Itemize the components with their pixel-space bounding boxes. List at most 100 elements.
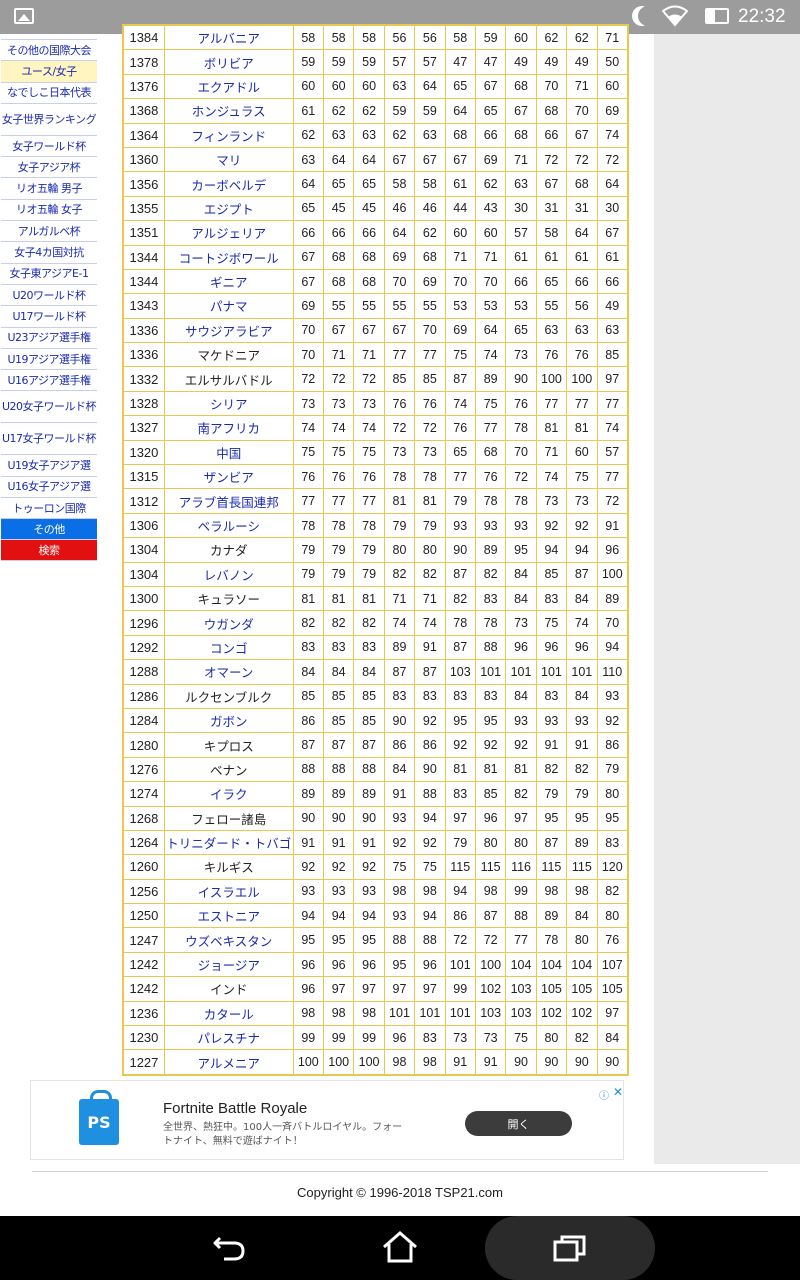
rank-cell: 92 [596,707,629,734]
rank-cell: 83 [444,683,476,709]
country-link[interactable]: ガボン [163,707,294,734]
sidebar-item[interactable]: その他の国際大会 [1,40,97,62]
rank-cell: 74 [566,610,598,636]
ad-banner[interactable]: PS Fortnite Battle Royale 全世界、熱狂中。100人一斉… [30,1080,624,1160]
country-link[interactable]: イラク [163,781,294,807]
rank-cell: 92 [535,512,568,539]
country-link[interactable]: 南アフリカ [163,415,294,441]
sidebar-item[interactable]: アルガルベ杯 [1,221,97,243]
country-link[interactable]: カーボベルデ [163,171,294,197]
rank-cell: 88 [353,756,385,783]
rank-cell: 87 [535,829,568,856]
rank-cell: 75 [444,342,476,368]
sidebar-item[interactable]: 女子アジア杯 [1,157,97,179]
country-link[interactable]: パナマ [163,293,294,319]
rank-cell: 87 [383,659,416,685]
country-link[interactable]: カタール [163,1000,294,1027]
rank-cell: 100 [474,951,507,978]
rank-cell: 99 [292,1025,325,1051]
table-row: 1344 コートジボワール 67 68 68 69 68 71 71 61 61 61 61 [123,244,629,270]
country-link[interactable]: アルジェリア [163,220,294,246]
home-icon[interactable] [382,1230,418,1264]
ad-close-icon[interactable]: ✕ [613,1085,623,1099]
sidebar-item[interactable]: 女子4カ国対抗 [1,242,97,264]
rank-cell: 83 [414,683,446,709]
sidebar-item[interactable]: U16アジア選手権 [1,370,97,392]
rank-cell: 95 [444,707,476,734]
rank-cell: 85 [353,707,385,734]
country-link[interactable]: フィンランド [163,122,294,148]
rank-cell: 76 [505,390,537,417]
ad-info-icon[interactable]: ⓘ [599,1087,609,1102]
rank-cell: 115 [535,854,568,880]
country-link[interactable]: アルバニア [163,24,294,51]
sidebar-item[interactable]: リオ五輪 男子 [1,178,97,200]
rank-cell: 65 [353,171,385,197]
rank-cell: 78 [383,464,416,490]
sidebar-item[interactable]: リオ五輪 女子 [1,199,97,222]
sidebar-item[interactable]: U16女子アジア選 [1,476,97,499]
country-link[interactable]: パレスチナ [163,1025,294,1051]
country-link[interactable]: マリ [163,146,294,173]
country-link[interactable]: ギニア [163,268,294,295]
sidebar-item[interactable]: U20ワールド杯 [1,284,97,307]
sidebar-item[interactable]: その他 [1,519,97,541]
rank-cell: 81 [505,756,537,783]
rank-cell: 71 [474,244,507,270]
sidebar-item[interactable]: U20女子ワールド杯 [1,391,97,424]
rank-cell: 56 [414,24,446,51]
country-link[interactable]: ホンジュラス [163,98,294,124]
country-link[interactable]: トリニダード・トバゴ [163,829,294,856]
rank-cell: 98 [353,1000,385,1027]
sidebar-item[interactable]: なでしこ日本代表 [1,82,97,104]
ad-open-button[interactable]: 開く [465,1111,572,1136]
country-link[interactable]: 中国 [163,439,294,466]
rank-cell: 46 [383,195,416,222]
recent-apps-icon[interactable] [553,1234,587,1262]
rank-cell: 68 [444,122,476,148]
country-link[interactable]: ベラルーシ [163,512,294,539]
country-link[interactable]: ウガンダ [163,610,294,636]
rank-cell: 66 [322,220,355,246]
rank-cell: 89 [322,781,355,807]
country-link[interactable]: ウズベキスタン [163,927,294,953]
country-link[interactable]: ボリビア [163,49,294,75]
country-link[interactable]: エジプト [163,195,294,222]
country-link[interactable]: ジョージア [163,951,294,978]
ranking-table-container: 1384 アルバニア 58 58 58 56 56 58 59 60 62 62 71 1378 ボリビア 5… [122,24,629,1076]
back-icon[interactable] [212,1232,248,1264]
sidebar-item[interactable]: トゥーロン国際 [1,498,97,520]
sidebar-item[interactable]: U17女子ワールド杯 [1,423,97,456]
country-link[interactable]: シリア [163,390,294,417]
rank-cell: 98 [383,878,416,905]
points-cell: 1364 [123,122,165,148]
sidebar-item[interactable]: 女子ワールド杯 [1,135,97,158]
points-cell: 1312 [123,488,165,514]
country-link[interactable]: サウジアラビア [163,317,294,344]
country-link[interactable]: エストニア [163,903,294,929]
country-link[interactable]: イスラエル [163,878,294,905]
rank-cell: 82 [505,781,537,807]
country-link[interactable]: アラブ首長国連邦 [163,488,294,514]
sidebar-item[interactable]: U19アジア選手権 [1,348,97,371]
rank-cell: 55 [414,293,446,319]
page-margin [654,34,800,1164]
rank-cell: 96 [292,976,325,1002]
sidebar-item[interactable]: 検索 [1,540,97,562]
country-link[interactable]: オマーン [163,659,294,685]
rank-cell: 100 [596,561,629,587]
country-link[interactable]: エクアドル [163,73,294,100]
country-link[interactable]: アルメニア [163,1049,294,1075]
country-name: フェロー諸島 [163,805,294,831]
country-link[interactable]: ザンビア [163,464,294,490]
country-link[interactable]: コンゴ [163,634,294,661]
sidebar-item[interactable]: ユース/女子 [1,61,97,83]
sidebar-item[interactable]: 女子東アジアE-1 [1,263,97,285]
rank-cell: 62 [474,171,507,197]
sidebar-item[interactable]: U23アジア選手権 [1,327,97,349]
country-link[interactable]: レバノン [163,561,294,587]
sidebar-item[interactable]: U17ワールド杯 [1,306,97,328]
sidebar-item[interactable]: U19女子アジア選 [1,455,97,477]
country-link[interactable]: コートジボワール [163,244,294,270]
sidebar-item[interactable]: 女子世界ランキング [1,103,97,136]
